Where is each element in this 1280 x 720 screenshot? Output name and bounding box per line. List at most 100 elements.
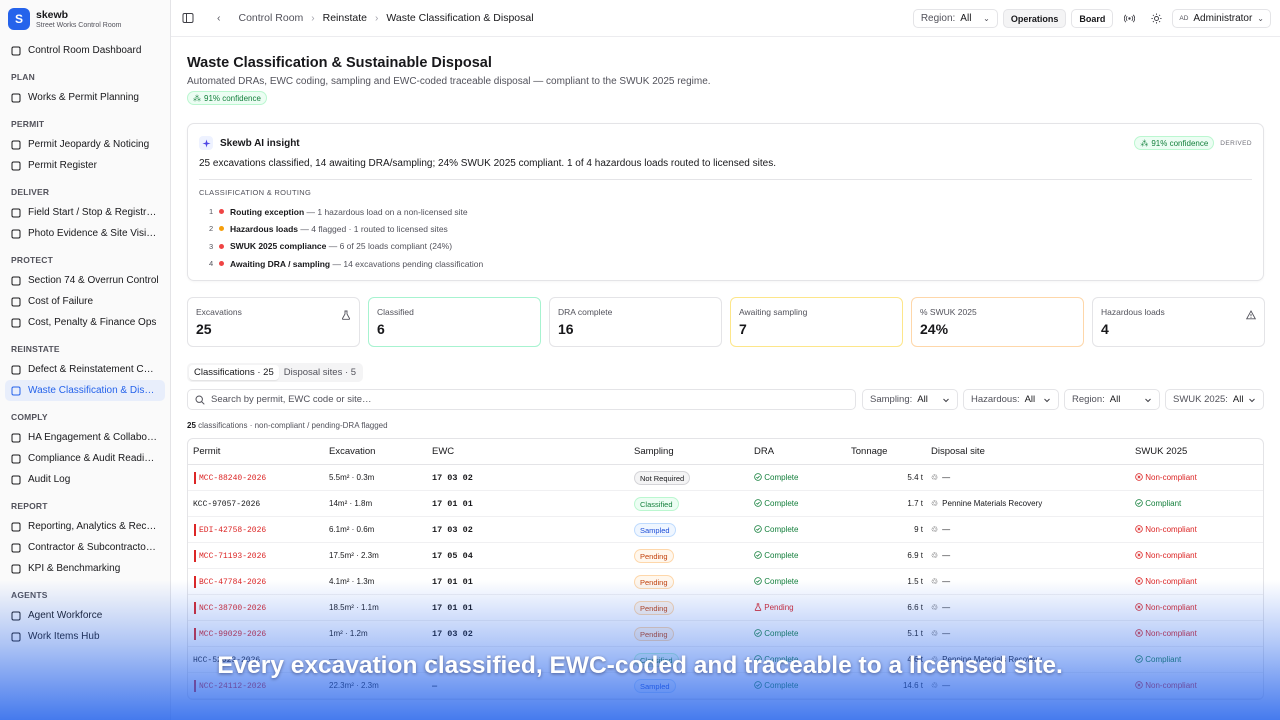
recycle-icon: ♲ (931, 577, 939, 586)
filter-region[interactable]: Region: All (1064, 389, 1160, 410)
stat-label: Awaiting sampling (739, 307, 808, 317)
permit-link[interactable]: HCC-52023-2026 (193, 656, 260, 665)
table-row[interactable]: KCC-97057-2026 14m² · 1.8m 17 01 01 Classif… (188, 491, 1263, 517)
board-button[interactable]: Board (1071, 9, 1114, 28)
broadcast-icon[interactable] (1118, 9, 1140, 28)
column-header-ewc[interactable]: EWC (432, 446, 634, 457)
permit-link[interactable]: BCC-47784-2026 (199, 578, 266, 587)
table-row[interactable]: EDI-42758-2026 6.1m² · 0.6m 17 03 02 Sample… (188, 517, 1263, 543)
search-box[interactable] (187, 389, 856, 410)
sidebar-item-cost-penalty-finance-ops[interactable]: Cost, Penalty & Finance Ops (5, 312, 165, 333)
table-row[interactable]: NCC-38700-2026 18.5m² · 1.1m 17 01 01 Pendi… (188, 595, 1263, 621)
table-row[interactable]: BCC-47784-2026 4.1m² · 1.3m 17 01 01 Pendin… (188, 569, 1263, 595)
sidebar-item-ha-engagement-collaboration[interactable]: HA Engagement & Collaboration (5, 427, 165, 448)
sidebar-toggle-icon[interactable] (182, 12, 194, 24)
sidebar-item-waste-classification-disposal[interactable]: Waste Classification & Disposal (5, 380, 165, 401)
sidebar-section-title: REPORT (11, 501, 48, 511)
user-name: Administrator (1193, 13, 1253, 24)
sidebar-item-works-permit-planning[interactable]: Works & Permit Planning (5, 87, 165, 108)
table-row[interactable]: NCC-24112-2026 22.3m² · 2.3m — Sampled Comp… (188, 673, 1263, 699)
sidebar-item-cost-of-failure[interactable]: Cost of Failure (5, 291, 165, 312)
tonnage-cell: 6.6 t (907, 603, 923, 612)
tonnage-cell: 6.9 t (907, 551, 923, 560)
user-menu[interactable]: AD Administrator ⌄ (1172, 9, 1271, 28)
permit-cell[interactable]: MCC-88240-2026 (188, 473, 329, 483)
x-circle-icon (1135, 551, 1145, 560)
ewc-code: 17 03 02 (432, 628, 473, 639)
permit-cell[interactable]: MCC-71193-2026 (188, 551, 329, 561)
filter-value: All (1109, 394, 1121, 405)
column-header-swuk-2025[interactable]: SWUK 2025 (1135, 446, 1255, 457)
dra-cell: Complete (754, 655, 851, 664)
brand-logo: S (8, 8, 30, 30)
tab-disposal-sites-5[interactable]: Disposal sites · 5 (279, 365, 361, 380)
sidebar-item-work-items-hub[interactable]: Work Items Hub (5, 626, 165, 647)
sidebar-item-section-74-overrun-control[interactable]: Section 74 & Overrun Control (5, 270, 165, 291)
table-row[interactable]: MCC-71193-2026 17.5m² · 2.3m 17 05 04 Pendi… (188, 543, 1263, 569)
permit-link[interactable]: NCC-24112-2026 (199, 682, 266, 691)
column-header-sampling[interactable]: Sampling (634, 446, 754, 457)
crumb-reinstate[interactable]: Reinstate (323, 12, 367, 24)
sidebar-item-label: Compliance & Audit Readiness (28, 453, 159, 464)
permit-link[interactable]: MCC-88240-2026 (199, 474, 266, 483)
table-row[interactable]: MCC-99029-2026 1m² · 1.2m 17 03 02 Pending … (188, 621, 1263, 647)
tab-classifications-25[interactable]: Classifications · 25 (189, 365, 279, 380)
sidebar-item-control-room-dashboard[interactable]: Control Room Dashboard (5, 40, 165, 61)
column-header-excavation[interactable]: Excavation (329, 446, 432, 457)
sidebar-item-agent-workforce[interactable]: Agent Workforce (5, 605, 165, 626)
permit-link[interactable]: MCC-99029-2026 (199, 630, 266, 639)
sidebar-item-label: HA Engagement & Collaboration (28, 432, 159, 443)
permit-cell[interactable]: NCC-24112-2026 (188, 681, 329, 691)
sidebar-item-permit-register[interactable]: Permit Register (5, 155, 165, 176)
clipboard-icon (11, 161, 21, 171)
sidebar-item-permit-jeopardy-noticing[interactable]: Permit Jeopardy & Noticing (5, 134, 165, 155)
filter-hazardous[interactable]: Hazardous: All (963, 389, 1059, 410)
disposal-site-name: — (942, 603, 951, 612)
sidebar-item-photo-evidence-site-visibility[interactable]: Photo Evidence & Site Visibility (5, 223, 165, 244)
table-row[interactable]: HCC-52023-2026 — — Classified Complete 4.6 t… (188, 647, 1263, 673)
filter-sampling[interactable]: Sampling: All (862, 389, 958, 410)
topbar: ‹ Control Room › Reinstate › Waste Class… (171, 0, 1280, 37)
excavation-cell: 18.5m² · 1.1m (329, 603, 379, 612)
table-row[interactable]: MCC-88240-2026 5.5m² · 0.3m 17 03 02 Not Re… (188, 465, 1263, 491)
sidebar-item-compliance-audit-readiness[interactable]: Compliance & Audit Readiness (5, 448, 165, 469)
crumb-control-room[interactable]: Control Room (239, 12, 304, 24)
sidebar-item-field-start-stop-registration[interactable]: Field Start / Stop & Registration (5, 202, 165, 223)
insight-confidence-text: 91% confidence (1151, 138, 1209, 148)
column-header-permit[interactable]: Permit (188, 446, 329, 457)
permit-cell[interactable]: KCC-97057-2026 (188, 499, 329, 509)
filter-swuk-2025[interactable]: SWUK 2025: All (1165, 389, 1264, 410)
dra-status: Complete (764, 525, 799, 534)
filter-label: SWUK 2025: (1173, 394, 1228, 405)
permit-cell[interactable]: NCC-38700-2026 (188, 603, 329, 613)
region-select[interactable]: Region: All ⌄ (912, 9, 998, 28)
dra-cell: Complete (754, 499, 851, 508)
column-header-disposal-site[interactable]: Disposal site (931, 446, 1135, 457)
permit-link[interactable]: KCC-97057-2026 (193, 500, 260, 509)
ewc-cell: 17 03 02 (432, 629, 634, 639)
sidebar-item-audit-log[interactable]: Audit Log (5, 469, 165, 490)
permit-cell[interactable]: EDI-42758-2026 (188, 525, 329, 535)
brand[interactable]: S skewb Street Works Control Room (8, 8, 121, 30)
sidebar-item-reporting-analytics-records[interactable]: Reporting, Analytics & Records (5, 516, 165, 537)
operations-button[interactable]: Operations (1002, 9, 1067, 28)
sidebar-item-label: Audit Log (28, 474, 71, 485)
permit-cell[interactable]: BCC-47784-2026 (188, 577, 329, 587)
sidebar-item-contractor-subcontractor-performance[interactable]: Contractor & Subcontractor Performance (5, 537, 165, 558)
stat-card-excavations: Excavations 25 (187, 297, 360, 347)
back-chevron-icon[interactable]: ‹ (217, 12, 221, 24)
page-title: Waste Classification & Sustainable Dispo… (187, 55, 492, 71)
permit-cell[interactable]: MCC-99029-2026 (188, 629, 329, 639)
permit-cell[interactable]: HCC-52023-2026 (188, 655, 329, 665)
sidebar-item-defect-reinstatement-control[interactable]: Defect & Reinstatement Control (5, 359, 165, 380)
sidebar-item-label: Contractor & Subcontractor Performance (28, 542, 159, 553)
flag-marker (194, 472, 196, 484)
column-header-dra[interactable]: DRA (754, 446, 851, 457)
column-header-tonnage[interactable]: Tonnage (851, 446, 931, 457)
permit-link[interactable]: MCC-71193-2026 (199, 552, 266, 561)
sidebar-item-kpi-benchmarking[interactable]: KPI & Benchmarking (5, 558, 165, 579)
search-input[interactable] (211, 394, 811, 405)
theme-toggle-icon[interactable] (1145, 9, 1167, 28)
permit-link[interactable]: EDI-42758-2026 (199, 526, 266, 535)
permit-link[interactable]: NCC-38700-2026 (199, 604, 266, 613)
